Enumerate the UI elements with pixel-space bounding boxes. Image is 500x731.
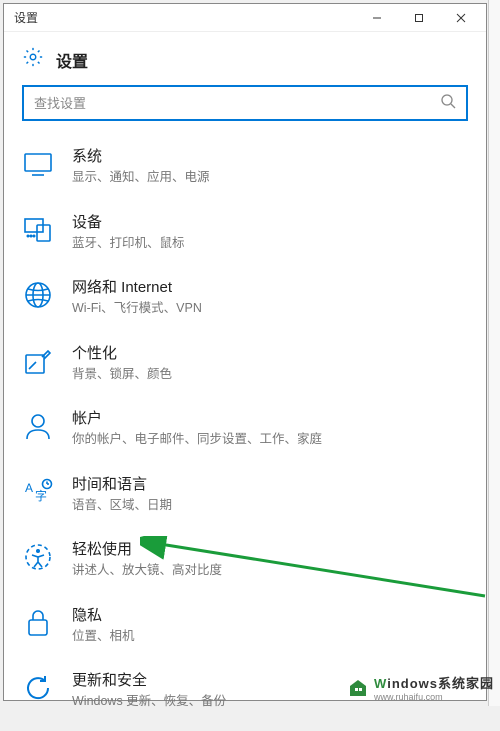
item-sub: 蓝牙、打印机、鼠标 bbox=[72, 235, 468, 253]
accounts-icon bbox=[22, 410, 54, 442]
item-privacy[interactable]: 隐私 位置、相机 bbox=[22, 592, 478, 658]
item-ease-of-access[interactable]: 轻松使用 讲述人、放大镜、高对比度 bbox=[22, 526, 478, 592]
watermark-line1: Windows系统家园 bbox=[374, 673, 494, 692]
page-title: 设置 bbox=[56, 48, 88, 72]
item-devices[interactable]: 设备 蓝牙、打印机、鼠标 bbox=[22, 199, 478, 265]
search-box[interactable] bbox=[22, 85, 468, 121]
update-icon bbox=[22, 672, 54, 704]
item-sub: 显示、通知、应用、电源 bbox=[72, 169, 468, 187]
item-system[interactable]: 系统 显示、通知、应用、电源 bbox=[22, 133, 478, 199]
maximize-button[interactable] bbox=[398, 4, 440, 32]
close-button[interactable] bbox=[440, 4, 482, 32]
item-title: 设备 bbox=[72, 211, 468, 232]
item-title: 轻松使用 bbox=[72, 538, 468, 559]
background-edge bbox=[488, 0, 500, 706]
item-title: 帐户 bbox=[72, 407, 468, 428]
item-sub: Wi-Fi、飞行模式、VPN bbox=[72, 300, 468, 318]
watermark-line2: www.ruhaifu.com bbox=[374, 692, 494, 702]
item-sub: 讲述人、放大镜、高对比度 bbox=[72, 562, 468, 580]
devices-icon bbox=[22, 214, 54, 246]
network-icon bbox=[22, 279, 54, 311]
time-language-icon: A 字 bbox=[22, 476, 54, 508]
watermark-logo-icon bbox=[346, 676, 370, 700]
item-title: 网络和 Internet bbox=[72, 276, 468, 297]
ease-icon bbox=[22, 541, 54, 573]
item-network[interactable]: 网络和 Internet Wi-Fi、飞行模式、VPN bbox=[22, 264, 478, 330]
search-icon bbox=[440, 93, 456, 114]
gear-icon bbox=[22, 46, 44, 73]
item-time-language[interactable]: A 字 时间和语言 语音、区域、日期 bbox=[22, 461, 478, 527]
svg-text:字: 字 bbox=[35, 488, 47, 503]
item-personalization[interactable]: 个性化 背景、锁屏、颜色 bbox=[22, 330, 478, 396]
item-title: 隐私 bbox=[72, 604, 468, 625]
personalization-icon bbox=[22, 345, 54, 377]
item-sub: 你的帐户、电子邮件、同步设置、工作、家庭 bbox=[72, 431, 468, 449]
privacy-icon bbox=[22, 607, 54, 639]
item-title: 个性化 bbox=[72, 342, 468, 363]
title-bar: 设置 bbox=[4, 4, 486, 32]
window-title: 设置 bbox=[14, 9, 356, 26]
item-sub: 语音、区域、日期 bbox=[72, 497, 468, 515]
item-title: 时间和语言 bbox=[72, 473, 468, 494]
watermark: Windows系统家园 www.ruhaifu.com bbox=[340, 669, 500, 706]
header: 设置 bbox=[4, 32, 486, 85]
item-accounts[interactable]: 帐户 你的帐户、电子邮件、同步设置、工作、家庭 bbox=[22, 395, 478, 461]
search-input[interactable] bbox=[34, 96, 440, 111]
item-sub: 位置、相机 bbox=[72, 628, 468, 646]
settings-list: 系统 显示、通知、应用、电源 设备 蓝牙、打印机、鼠标 bbox=[4, 129, 486, 731]
item-title: 系统 bbox=[72, 145, 468, 166]
item-sub: 背景、锁屏、颜色 bbox=[72, 366, 468, 384]
svg-text:A: A bbox=[25, 481, 33, 495]
system-icon bbox=[22, 148, 54, 180]
search-container bbox=[4, 85, 486, 129]
minimize-button[interactable] bbox=[356, 4, 398, 32]
settings-window: 设置 设置 bbox=[3, 3, 487, 701]
